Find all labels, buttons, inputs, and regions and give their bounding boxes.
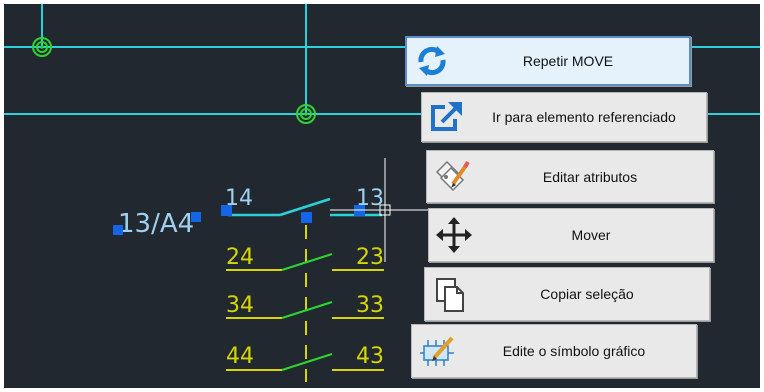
contact-right-number: 23 bbox=[356, 245, 384, 270]
edit-symbol-icon bbox=[418, 332, 456, 370]
copy-selection-button[interactable]: Copiar seleção bbox=[424, 267, 710, 321]
move-icon bbox=[435, 216, 473, 254]
move-button[interactable]: Mover bbox=[428, 208, 714, 262]
go-to-reference-icon bbox=[428, 98, 466, 136]
move-label: Mover bbox=[571, 227, 611, 243]
copy-icon bbox=[431, 275, 469, 313]
repeat-move-label: Repetir MOVE bbox=[522, 53, 614, 69]
grip-handle[interactable] bbox=[113, 225, 123, 235]
edit-graphic-symbol-button[interactable]: Edite o símbolo gráfico bbox=[411, 324, 697, 378]
go-to-referenced-element-button[interactable]: Ir para elemento referenciado bbox=[421, 92, 707, 142]
contact-left-number: 24 bbox=[226, 245, 254, 270]
repeat-icon bbox=[413, 42, 451, 80]
contact-right-number: 43 bbox=[356, 344, 384, 369]
go-to-referenced-element-label: Ir para elemento referenciado bbox=[492, 109, 676, 125]
edit-attributes-label: Editar atributos bbox=[542, 168, 638, 185]
contact-right-number: 33 bbox=[356, 293, 384, 318]
cross-reference-label[interactable]: 13/A4 bbox=[118, 209, 194, 239]
contact-left-number: 34 bbox=[226, 293, 254, 318]
edit-attributes-icon bbox=[433, 158, 471, 196]
grip-handle[interactable] bbox=[191, 212, 201, 222]
contact-left-number: 44 bbox=[226, 344, 254, 369]
repeat-move-button[interactable]: Repetir MOVE bbox=[405, 36, 691, 86]
edit-graphic-symbol-label: Edite o símbolo gráfico bbox=[502, 343, 646, 359]
copy-selection-label: Copiar seleção bbox=[540, 286, 634, 302]
edit-attributes-button[interactable]: Editar atributos bbox=[426, 150, 714, 203]
cad-drawing-area[interactable]: 13/A4 14 13 24 23 34 33 44 43 Repetir MO… bbox=[0, 0, 764, 392]
